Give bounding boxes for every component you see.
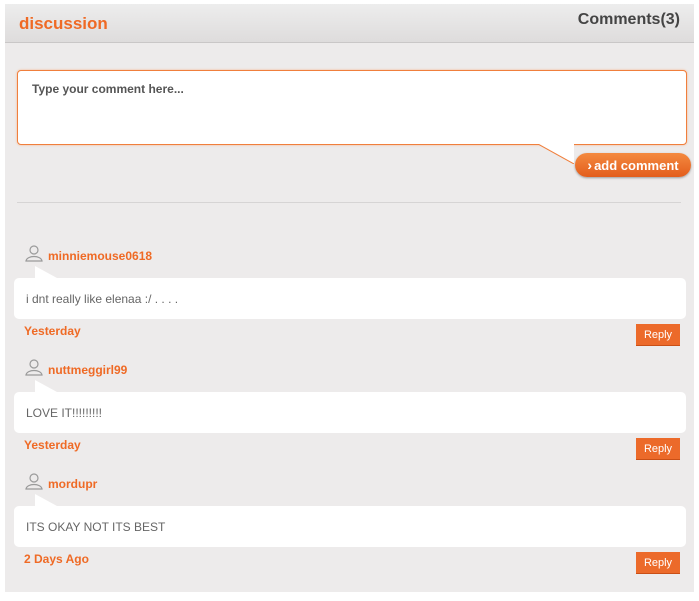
- comment-bubble: LOVE IT!!!!!!!!!: [14, 392, 686, 433]
- user-icon: [25, 473, 43, 490]
- reply-button[interactable]: Reply: [636, 324, 680, 346]
- add-comment-label: add comment: [594, 157, 679, 173]
- user-icon: [25, 245, 43, 262]
- comment-bubble: ITS OKAY NOT ITS BEST: [14, 506, 686, 547]
- comment-timestamp: 2 Days Ago: [24, 552, 89, 566]
- comment-text: ITS OKAY NOT ITS BEST: [26, 520, 166, 534]
- bubble-notch: [35, 266, 57, 278]
- reply-button[interactable]: Reply: [636, 552, 680, 574]
- comment-item: nuttmeggirl99 LOVE IT!!!!!!!!! Yesterday…: [5, 358, 694, 468]
- comment-box-tail: [538, 144, 574, 164]
- bubble-notch: [35, 380, 57, 392]
- add-comment-button[interactable]: › add comment: [575, 153, 691, 177]
- comment-item: minniemouse0618 i dnt really like elenaa…: [5, 244, 694, 354]
- comments-count[interactable]: Comments(3): [578, 11, 680, 29]
- comment-input-placeholder: Type your comment here...: [32, 82, 184, 96]
- comment-username[interactable]: minniemouse0618: [48, 249, 152, 263]
- divider: [17, 202, 681, 203]
- comment-timestamp: Yesterday: [24, 324, 81, 338]
- discussion-header: discussion Comments(3): [5, 4, 694, 43]
- comment-username[interactable]: nuttmeggirl99: [48, 363, 127, 377]
- bubble-notch: [35, 494, 57, 506]
- chevron-right-icon: ›: [587, 157, 593, 173]
- reply-button[interactable]: Reply: [636, 438, 680, 460]
- comment-item: mordupr ITS OKAY NOT ITS BEST 2 Days Ago…: [5, 472, 694, 582]
- comment-text: LOVE IT!!!!!!!!!: [26, 406, 103, 420]
- comment-bubble: i dnt really like elenaa :/ . . . .: [14, 278, 686, 319]
- comment-input[interactable]: Type your comment here...: [17, 70, 687, 145]
- discussion-panel: discussion Comments(3) Type your comment…: [5, 4, 694, 592]
- user-icon: [25, 359, 43, 376]
- comment-timestamp: Yesterday: [24, 438, 81, 452]
- discussion-title: discussion: [19, 14, 108, 33]
- comment-text: i dnt really like elenaa :/ . . . .: [26, 292, 179, 306]
- comment-username[interactable]: mordupr: [48, 477, 97, 491]
